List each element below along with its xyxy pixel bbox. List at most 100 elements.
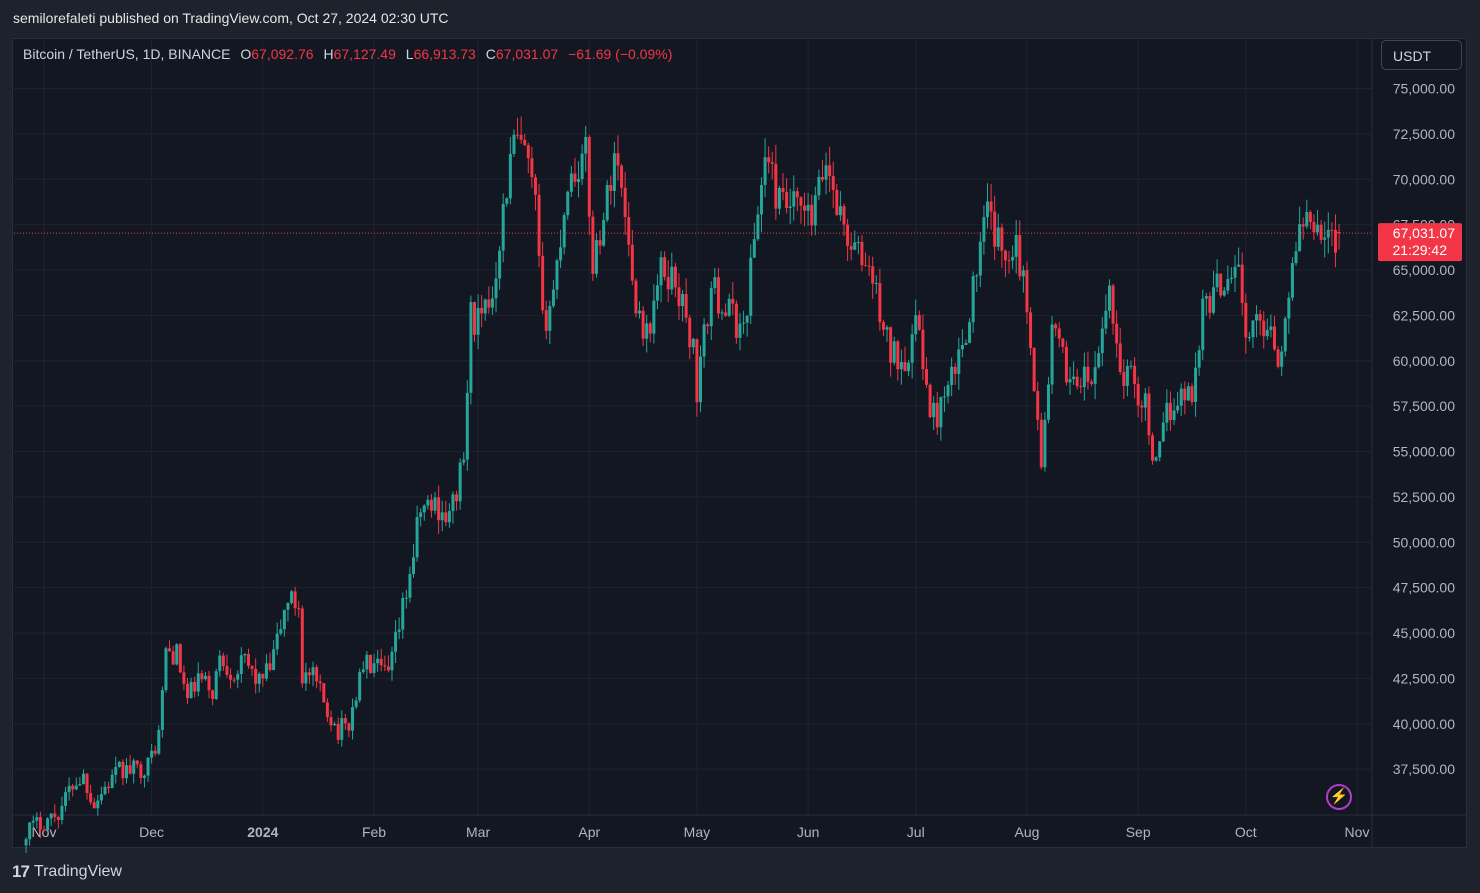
candle-body (196, 673, 200, 692)
candle-body (232, 679, 236, 681)
candlestick-chart[interactable]: 75,000.0072,500.0070,000.0067,500.0065,0… (0, 0, 1480, 893)
y-tick-label: 42,500.00 (1393, 670, 1455, 686)
candle-body (35, 817, 39, 821)
candle-body (229, 674, 233, 680)
candle-body (932, 402, 936, 418)
candle-body (964, 342, 968, 345)
candle-body (673, 266, 677, 288)
candle-body (1151, 435, 1155, 461)
candle-body (1143, 393, 1147, 408)
candle-body (282, 609, 286, 630)
candle-body (548, 306, 552, 331)
candle-body (742, 322, 746, 324)
candle-body (702, 324, 706, 357)
candle-body (397, 629, 401, 632)
currency-button[interactable]: USDT (1381, 40, 1462, 70)
candle-body (343, 718, 347, 724)
candle-body (351, 707, 355, 731)
candle-body (49, 813, 53, 819)
candle-body (1082, 366, 1086, 388)
candle-body (211, 690, 215, 699)
candle-body (476, 307, 480, 335)
candle-body (1244, 302, 1248, 338)
candle-body (1147, 393, 1151, 436)
tradingview-logo[interactable]: 17 TradingView (12, 862, 122, 882)
candle-body (408, 573, 412, 598)
candle-body (853, 242, 857, 250)
candle-body (774, 163, 778, 209)
candle-body (64, 792, 68, 806)
candle-body (200, 673, 204, 680)
candle-body (1298, 224, 1302, 252)
candle-body (1072, 376, 1076, 380)
candle-body (121, 761, 125, 779)
candle-body (498, 250, 502, 279)
candle-body (1319, 224, 1323, 240)
candle-body (544, 310, 548, 331)
candle-body (537, 194, 541, 256)
close-value: 67,031.07 (495, 46, 559, 62)
candle-body (770, 162, 774, 164)
y-tick-label: 55,000.00 (1393, 444, 1455, 460)
candle-body (264, 663, 268, 679)
candle-body (1168, 402, 1172, 421)
candle-body (616, 153, 620, 166)
candle-body (214, 671, 218, 699)
candle-body (394, 631, 398, 652)
candle-body (56, 816, 60, 821)
candle-body (99, 794, 103, 801)
candle-body (96, 800, 100, 809)
candle-body (573, 173, 577, 182)
candle-body (745, 315, 749, 323)
candle-body (422, 505, 426, 513)
candle-body (354, 700, 358, 708)
candle-body (806, 204, 810, 211)
candle-body (580, 153, 584, 179)
candle-body (838, 206, 842, 216)
candle-body (975, 275, 979, 277)
symbol-title[interactable]: Bitcoin / TetherUS, 1D, BINANCE (23, 46, 230, 62)
candle-body (699, 356, 702, 403)
candle-body (881, 322, 885, 330)
x-tick-label: Oct (1235, 824, 1257, 840)
candle-body (842, 206, 846, 225)
candle-body (1215, 273, 1219, 288)
candle-body (1308, 211, 1312, 223)
candle-body (781, 188, 785, 193)
candle-body (1140, 405, 1144, 408)
high-label: H (323, 46, 334, 62)
candle-body (1194, 367, 1198, 402)
candle-body (1272, 326, 1276, 350)
candle-body (150, 750, 154, 758)
candle-body (494, 278, 498, 299)
candle-body (60, 805, 64, 821)
candle-body (221, 655, 225, 667)
candle-body (856, 242, 860, 244)
candle-body (401, 598, 405, 630)
candle-body (993, 211, 997, 247)
candle-body (530, 158, 534, 178)
candle-body (85, 773, 89, 794)
candle-body (1079, 386, 1083, 388)
candle-body (982, 217, 986, 242)
candle-body (889, 327, 893, 363)
candle-body (272, 649, 276, 670)
y-tick-label: 45,000.00 (1393, 625, 1455, 641)
candle-body (132, 760, 136, 774)
candle-body (620, 165, 624, 188)
candle-body (89, 793, 93, 803)
candle-body (297, 608, 301, 610)
candle-body (871, 266, 875, 284)
candle-body (455, 494, 459, 502)
lightning-bolt-icon[interactable]: ⚡ (1326, 784, 1352, 810)
candle-body (1208, 296, 1212, 313)
candle-body (178, 644, 182, 673)
candle-body (368, 654, 372, 673)
candle-body (1262, 320, 1266, 337)
high-value: 67,127.49 (333, 46, 396, 62)
candle-body (1294, 251, 1298, 264)
candle-body (752, 239, 756, 258)
candle-body (462, 459, 466, 463)
candle-body (526, 145, 530, 159)
candle-body (361, 669, 365, 672)
